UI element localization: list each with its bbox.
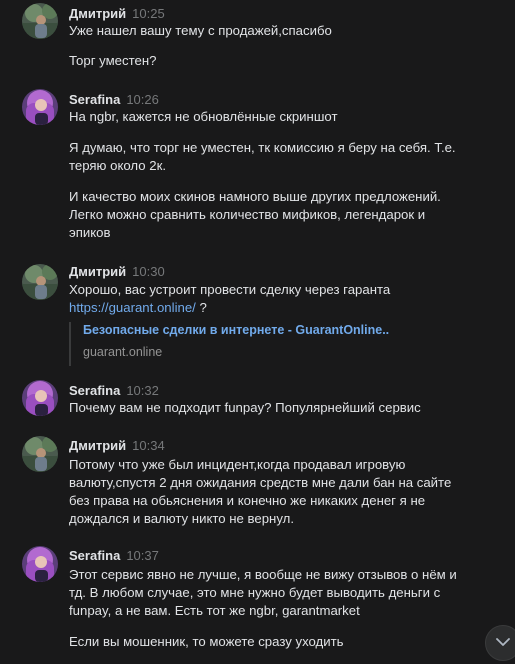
message-time[interactable]: 10:25 [132, 6, 165, 21]
chat-history: Дмитрий 10:25 Уже нашел вашу тему с прода… [0, 0, 515, 664]
message-link-line: https://guarant.online/ ? [69, 299, 207, 317]
message-text: Этот сервис явно не лучше, я вообще не в… [69, 567, 457, 582]
link-preview-title[interactable]: Безопасные сделки в интернете - GuarantO… [83, 322, 389, 338]
message-text: Торг уместен? [69, 53, 157, 68]
message-text: Почему вам не подходит funpay? Популярне… [69, 400, 421, 415]
message-text: И качество моих скинов намного выше друг… [69, 189, 441, 204]
scroll-down-button[interactable] [485, 625, 515, 661]
message-text: Уже нашел вашу тему с продажей,спасибо [69, 23, 332, 38]
message-text: Потому что уже был инцидент,когда продав… [69, 457, 406, 472]
author-name[interactable]: Serafina [69, 548, 120, 563]
message-text: Легко можно сравнить количество мификов,… [69, 207, 426, 222]
chevron-down-icon [496, 634, 510, 652]
avatar[interactable] [22, 264, 58, 300]
author-name[interactable]: Serafina [69, 92, 120, 107]
avatar[interactable] [22, 436, 58, 472]
message-time[interactable]: 10:26 [126, 92, 159, 107]
link-preview[interactable]: Безопасные сделки в интернете - GuarantO… [69, 322, 451, 366]
message-text: теряю около 2к. [69, 158, 167, 173]
author-name[interactable]: Дмитрий [69, 6, 126, 21]
message-text: На ngbr, кажется не обновлённые скриншот [69, 109, 338, 124]
message-time[interactable]: 10:34 [132, 438, 165, 453]
avatar[interactable] [22, 380, 58, 416]
author-name[interactable]: Дмитрий [69, 438, 126, 453]
message-text: валюту,спустя 2 дня ожидания средств мне… [69, 475, 452, 490]
message-time[interactable]: 10:30 [132, 264, 165, 279]
message-header: Serafina 10:37 [69, 548, 159, 564]
message-text: Хорошо, вас устроит провести сделку чере… [69, 282, 391, 297]
avatar[interactable] [22, 3, 58, 39]
message-header: Дмитрий 10:30 [69, 264, 165, 280]
message-link[interactable]: https://guarant.online/ [69, 300, 196, 315]
avatar[interactable] [22, 89, 58, 125]
message-header: Serafina 10:26 [69, 92, 159, 108]
link-suffix: ? [195, 300, 207, 315]
message-time[interactable]: 10:37 [126, 548, 159, 563]
link-preview-domain: guarant.online [83, 345, 163, 359]
message-text: дождался и валюту никто не вернул. [69, 511, 294, 526]
author-name[interactable]: Serafina [69, 383, 120, 398]
message-header: Дмитрий 10:34 [69, 438, 165, 454]
message-text: Я думаю, что торг не уместен, тк комисси… [69, 140, 456, 155]
message-text: тд. В любом случае, это мне нужно будет … [69, 585, 441, 600]
message-header: Дмитрий 10:25 [69, 6, 165, 22]
message-text: без права на обьяснения и конечно же ник… [69, 493, 426, 508]
message-text: funpay, а не вам. Есть тот же ngbr, gara… [69, 603, 360, 618]
message-text: Если вы мошенник, то можете сразу уходит… [69, 634, 344, 649]
message-text: эпиков [69, 225, 111, 240]
author-name[interactable]: Дмитрий [69, 264, 126, 279]
avatar[interactable] [22, 546, 58, 582]
message-time[interactable]: 10:32 [126, 383, 159, 398]
message-header: Serafina 10:32 [69, 383, 159, 399]
